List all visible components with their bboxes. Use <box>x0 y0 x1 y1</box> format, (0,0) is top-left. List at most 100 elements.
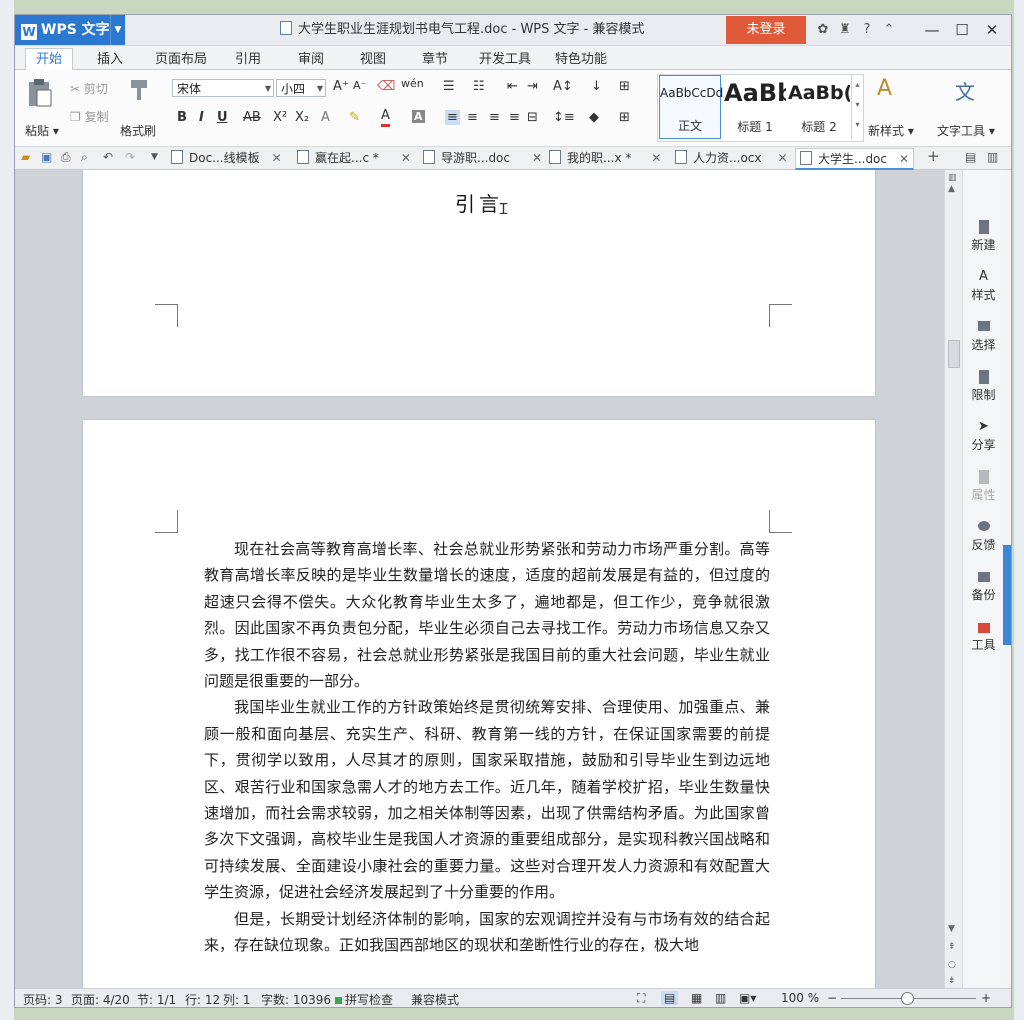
paste-button[interactable]: 粘贴 ▾ <box>25 122 59 139</box>
close-tab-icon[interactable]: ✕ <box>651 151 661 165</box>
styles-gallery-scroll[interactable]: ▴ ▾ ▾ <box>851 75 863 139</box>
font-size-select[interactable]: 小四 ▼ <box>276 79 326 97</box>
zoom-level[interactable]: 100 % <box>781 991 819 1005</box>
tab-references[interactable]: 引用 <box>235 49 261 70</box>
zoom-slider-knob[interactable] <box>901 992 914 1005</box>
highlight-icon[interactable]: ✎ <box>349 110 360 125</box>
tab-developer[interactable]: 开发工具 <box>479 49 531 70</box>
select-browse-object-icon[interactable]: ○ <box>948 960 956 970</box>
side-tools-button[interactable]: 工具 <box>963 620 1004 653</box>
italic-icon[interactable]: I <box>199 110 204 125</box>
format-painter-button[interactable]: 格式刷 <box>120 122 156 139</box>
minimize-icon[interactable]: — <box>917 15 947 45</box>
paste-icon[interactable] <box>27 78 53 111</box>
doc-tab[interactable]: 导游职...doc ✕ <box>423 148 542 168</box>
bold-icon[interactable]: B <box>177 110 187 125</box>
underline-icon[interactable]: U <box>217 110 228 125</box>
tab-options-icon[interactable]: ▥ <box>987 150 998 164</box>
print-icon[interactable]: ⎙ <box>61 150 71 165</box>
side-style-button[interactable]: A 样式 <box>963 270 1004 303</box>
wps-app-menu-button[interactable]: W WPS 文字 ▼ <box>15 15 125 45</box>
doc-tab[interactable]: Doc...线模板 ✕ <box>171 148 282 168</box>
font-name-select[interactable]: 宋体 ▼ <box>172 79 274 97</box>
help-icon[interactable]: ? <box>856 15 878 45</box>
scroll-up-icon[interactable]: ▲ <box>948 184 955 194</box>
side-select-button[interactable]: 选择 <box>963 320 1004 353</box>
format-painter-icon[interactable] <box>127 78 151 105</box>
character-shading-icon[interactable]: A <box>412 110 425 123</box>
status-pages[interactable]: 页面: 4/20 <box>71 991 130 1007</box>
skin-icon[interactable]: ✿ <box>812 15 834 45</box>
previous-page-icon[interactable]: ⇞ <box>948 942 956 952</box>
side-backup-button[interactable]: 备份 <box>963 570 1004 603</box>
close-icon[interactable]: ✕ <box>977 15 1007 45</box>
scrollbar-thumb[interactable] <box>948 340 960 368</box>
shrink-font-icon[interactable]: A⁻ <box>353 79 366 92</box>
quick-access-dropdown-icon[interactable]: ▼ <box>151 152 158 162</box>
outline-view-icon[interactable]: ▦ <box>691 991 702 1005</box>
document-canvas[interactable]: 引言 Ｉ 现在社会高等教育高增长率、社会总就业形势紧张和劳动力市场严重分割。高等… <box>15 170 961 988</box>
save-icon[interactable]: ▣ <box>41 150 52 164</box>
close-tab-icon[interactable]: ✕ <box>401 151 411 165</box>
open-folder-icon[interactable]: ▰ <box>21 150 30 164</box>
clear-format-icon[interactable]: ⌫ <box>377 79 395 94</box>
close-tab-icon[interactable]: ✕ <box>778 151 788 165</box>
tab-view[interactable]: 视图 <box>360 49 386 70</box>
collapse-ribbon-icon[interactable]: ⌃ <box>878 15 900 45</box>
undo-icon[interactable]: ↶ <box>103 150 113 164</box>
close-tab-icon[interactable]: ✕ <box>532 151 542 165</box>
vertical-scrollbar[interactable]: ▥ ▲ ▼ ⇞ ○ ⇟ <box>944 170 962 988</box>
zoom-out-icon[interactable]: − <box>827 991 837 1005</box>
new-tab-icon[interactable]: + <box>927 147 940 165</box>
zoom-in-icon[interactable]: + <box>981 991 991 1005</box>
text-effect-icon[interactable]: A <box>321 110 330 125</box>
fullscreen-icon[interactable]: ⛶ <box>637 991 645 1006</box>
style-heading-1[interactable]: AaBb 标题 1 <box>724 75 786 139</box>
app-menu-dropdown-icon[interactable]: ▼ <box>110 15 125 45</box>
scroll-down-icon[interactable]: ▼ <box>948 924 955 934</box>
cut-button[interactable]: ✂ 剪切 <box>70 80 108 97</box>
shirt-icon[interactable]: ♜ <box>834 15 856 45</box>
style-heading-2[interactable]: AaBb( 标题 2 <box>788 75 850 139</box>
paragraph-shading-icon[interactable]: ◆ <box>589 110 599 125</box>
superscript-icon[interactable]: X² <box>273 110 287 125</box>
line-spacing-icon[interactable]: ↕≡ <box>553 110 575 125</box>
increase-indent-icon[interactable]: ⇥ <box>527 79 538 94</box>
border-icon[interactable]: ⊞ <box>619 110 630 125</box>
side-share-button[interactable]: ➤ 分享 <box>963 420 1004 453</box>
grow-font-icon[interactable]: A⁺ <box>333 79 349 94</box>
web-view-icon[interactable]: ▥ <box>715 991 726 1005</box>
char-direction-icon[interactable]: A↕ <box>553 79 573 94</box>
tab-review[interactable]: 审阅 <box>298 49 324 70</box>
doc-tab[interactable]: 我的职...x * ✕ <box>549 148 661 168</box>
document-body[interactable]: 现在社会高等教育高增长率、社会总就业形势紧张和劳动力市场严重分割。高等教育高增长… <box>204 536 770 959</box>
doc-tab-active[interactable]: 大学生...doc ✕ <box>795 148 915 170</box>
side-new-button[interactable]: 新建 <box>963 220 1004 253</box>
bullet-list-icon[interactable]: ☰ <box>443 79 455 94</box>
spell-check-button[interactable]: 拼写检查 <box>335 991 393 1007</box>
align-left-icon[interactable]: ≡ <box>445 110 460 125</box>
status-page-code[interactable]: 页码: 3 <box>23 991 63 1007</box>
next-page-icon[interactable]: ⇟ <box>948 976 956 986</box>
strikethrough-icon[interactable]: AB <box>243 110 261 125</box>
sort-icon[interactable]: ↓ <box>591 79 602 94</box>
tab-chapter[interactable]: 章节 <box>422 49 448 70</box>
numbered-list-icon[interactable]: ☷ <box>473 79 485 94</box>
tab-insert[interactable]: 插入 <box>97 49 123 70</box>
distributed-align-icon[interactable]: ⊟ <box>527 110 538 125</box>
subscript-icon[interactable]: X₂ <box>295 110 309 125</box>
reading-mode-icon[interactable]: ▣▾ <box>739 991 756 1005</box>
split-view-icon[interactable]: ▥ <box>948 173 957 183</box>
side-restrict-button[interactable]: 限制 <box>963 370 1004 403</box>
close-tab-icon[interactable]: ✕ <box>899 152 909 166</box>
table-grid-icon[interactable]: ⊞ <box>619 79 630 94</box>
side-feedback-button[interactable]: 反馈 <box>963 520 1004 553</box>
justify-icon[interactable]: ≡ <box>509 110 520 125</box>
tab-home[interactable]: 开始 <box>25 48 74 71</box>
status-word-count[interactable]: 字数: 10396 <box>261 991 331 1007</box>
maximize-icon[interactable]: ☐ <box>947 15 977 45</box>
new-style-button[interactable]: 新样式 ▾ <box>868 122 914 139</box>
redo-icon[interactable]: ↷ <box>125 150 135 164</box>
style-normal[interactable]: AaBbCcDd 正文 <box>659 75 723 139</box>
doc-tab[interactable]: 人力资...ocx ✕ <box>675 148 788 168</box>
